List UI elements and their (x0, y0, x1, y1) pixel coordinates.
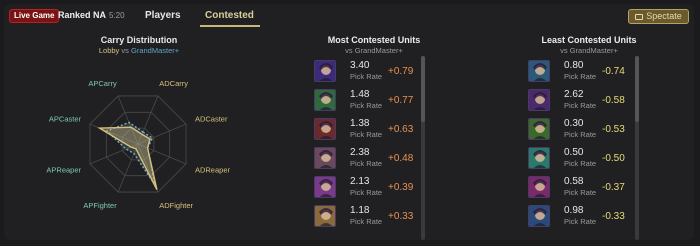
pick-rate-label: Pick Rate (350, 188, 383, 197)
pick-rate-value: 0.58 (564, 176, 584, 187)
pick-rate-delta: +0.33 (388, 211, 414, 222)
carry-radar-chart: ADCarry ADCaster ADReaper ADFighter APFighte… (46, 79, 231, 210)
champion-portrait-icon (528, 89, 550, 111)
most-contested-scrollbar[interactable] (421, 56, 425, 240)
pick-rate-label: Pick Rate (350, 130, 383, 139)
pick-rate-delta: -0.53 (602, 124, 625, 135)
most-contested-subtitle: vs GrandMaster+ (345, 46, 403, 55)
pick-rate-value: 1.48 (350, 89, 370, 100)
pick-rate-value: 0.98 (564, 205, 584, 216)
pick-rate-label: Pick Rate (564, 217, 597, 226)
champion-portrait-icon (528, 205, 550, 227)
pick-rate-delta: +0.77 (388, 95, 414, 106)
pick-rate-label: Pick Rate (350, 217, 383, 226)
least-contested-subtitle: vs GrandMaster+ (560, 46, 618, 55)
pick-rate-delta: -0.37 (602, 182, 625, 193)
pick-rate-delta: +0.63 (388, 124, 414, 135)
pick-rate-label: Pick Rate (564, 159, 597, 168)
pick-rate-value: 2.13 (350, 176, 370, 187)
least-contested-title: Least Contested Units (541, 35, 637, 45)
pick-rate-delta: +0.79 (388, 66, 414, 77)
scroll-thumb[interactable] (635, 56, 639, 122)
pick-rate-label: Pick Rate (350, 159, 383, 168)
radar-axis-label: APCarry (88, 79, 117, 88)
radar-axis-label: ADReaper (195, 165, 231, 174)
pick-rate-delta: +0.39 (388, 182, 414, 193)
radar-axis-label: APCaster (49, 115, 82, 124)
radar-axis-label: APReaper (46, 165, 81, 174)
pick-rate-value: 3.40 (350, 60, 370, 71)
champion-portrait-icon (528, 147, 550, 169)
most-contested-title: Most Contested Units (327, 35, 421, 45)
pick-rate-value: 2.38 (350, 147, 370, 158)
scroll-thumb[interactable] (421, 56, 425, 122)
champion-portrait-icon (314, 205, 336, 227)
pick-rate-delta: -0.50 (602, 153, 625, 164)
pick-rate-label: Pick Rate (350, 101, 383, 110)
champion-portrait-icon (314, 147, 336, 169)
radar-axis-label: APFighter (83, 201, 117, 210)
pick-rate-label: Pick Rate (564, 188, 597, 197)
champion-portrait-icon (528, 118, 550, 140)
pick-rate-value: 1.18 (350, 205, 370, 216)
pick-rate-label: Pick Rate (564, 101, 597, 110)
pick-rate-value: 1.38 (350, 118, 370, 129)
champion-portrait-icon (314, 118, 336, 140)
radar-axis-label: ADCaster (195, 115, 228, 124)
contested-panel: Live Game Ranked NA 5:20 Players Contest… (4, 4, 694, 240)
pick-rate-value: 2.62 (564, 89, 584, 100)
pick-rate-label: Pick Rate (564, 72, 597, 81)
least-contested-scrollbar[interactable] (635, 56, 639, 240)
pick-rate-label: Pick Rate (350, 72, 383, 81)
pick-rate-delta: +0.48 (388, 153, 414, 164)
champion-portrait-icon (528, 60, 550, 82)
champion-portrait-icon (314, 60, 336, 82)
tv-icon (635, 14, 644, 20)
radar-axis-label: ADCarry (159, 79, 188, 88)
pick-rate-value: 0.30 (564, 118, 584, 129)
spectate-button[interactable]: Spectate (628, 9, 689, 24)
pick-rate-delta: -0.33 (602, 211, 625, 222)
pick-rate-value: 0.80 (564, 60, 584, 71)
pick-rate-delta: -0.74 (602, 66, 625, 77)
champion-portrait-icon (314, 176, 336, 198)
spectate-label: Spectate (646, 11, 682, 21)
radar-axis-label: ADFighter (159, 201, 193, 210)
pick-rate-delta: -0.58 (602, 95, 625, 106)
pick-rate-value: 0.50 (564, 147, 584, 158)
pick-rate-label: Pick Rate (564, 130, 597, 139)
champion-portrait-icon (314, 89, 336, 111)
champion-portrait-icon (528, 176, 550, 198)
